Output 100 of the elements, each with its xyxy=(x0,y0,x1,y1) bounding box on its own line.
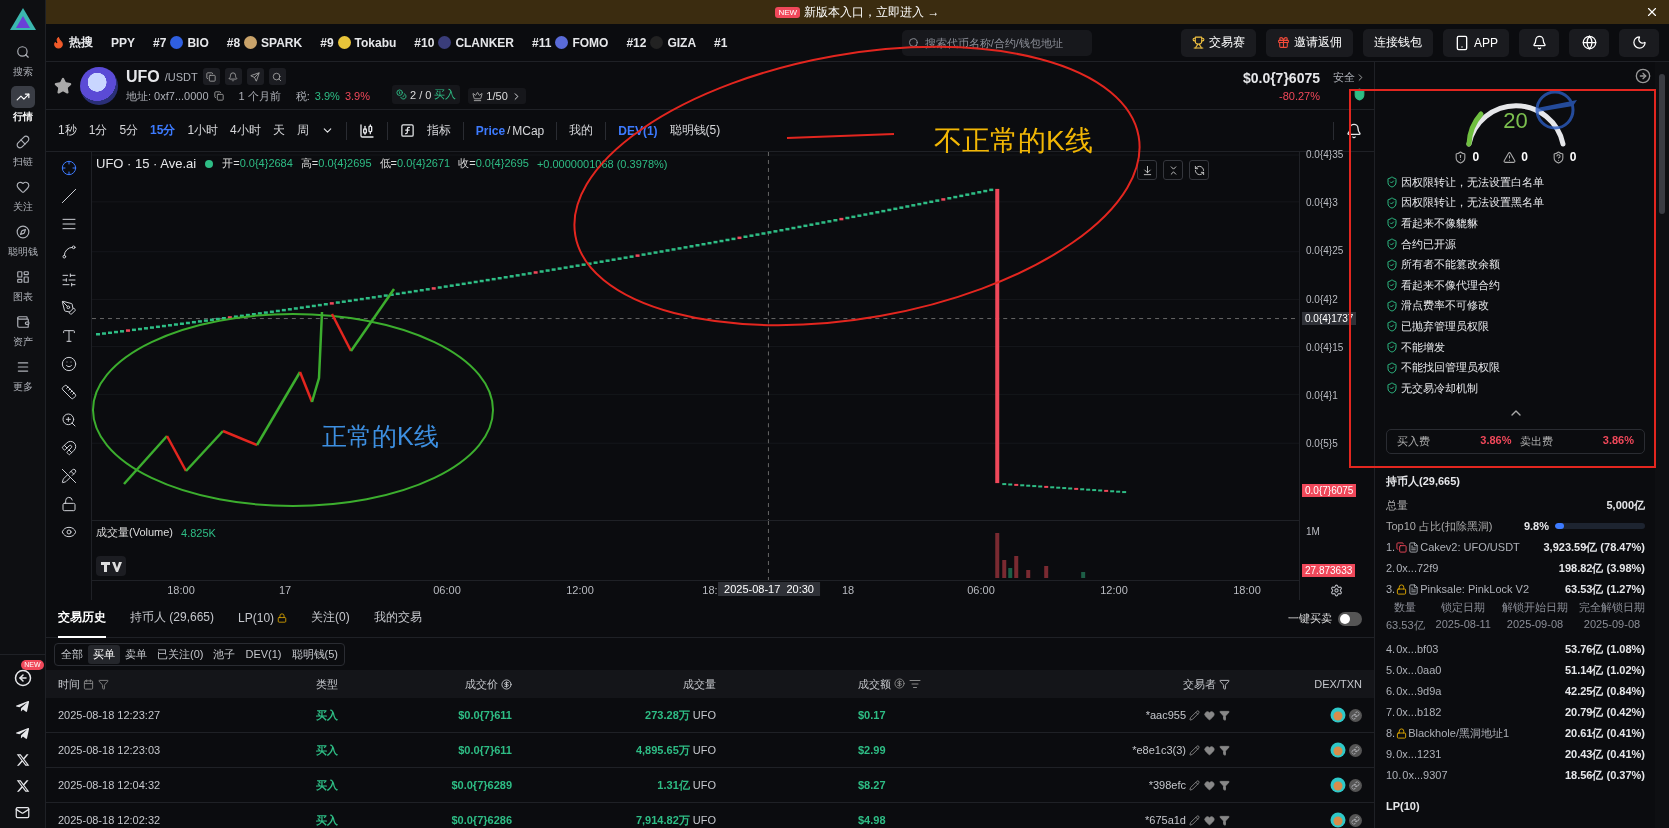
filter-tab[interactable]: 买单 xyxy=(88,644,120,664)
alert-icon[interactable] xyxy=(1346,122,1362,139)
column-header[interactable]: 交易者 xyxy=(1183,676,1230,692)
sidebar-item[interactable]: 资产 xyxy=(10,311,35,349)
filter-tab[interactable]: DEV(1) xyxy=(240,644,287,664)
contract-icon[interactable] xyxy=(202,68,220,85)
price-mode-toggle[interactable]: Price xyxy=(475,123,506,138)
horizontal-lines-icon[interactable] xyxy=(60,216,77,232)
filter-tab[interactable]: 聪明钱(5) xyxy=(286,644,343,664)
pencil-icon[interactable] xyxy=(1189,709,1200,721)
icon-button[interactable] xyxy=(1569,28,1609,57)
hot-token-link[interactable]: #10 CLANKER xyxy=(414,35,515,50)
ruler-icon[interactable] xyxy=(60,384,77,400)
curve-icon[interactable] xyxy=(60,244,77,260)
filter-icon[interactable] xyxy=(1219,814,1230,826)
collapse-button[interactable] xyxy=(1163,160,1183,180)
interval-tab[interactable]: 1分 xyxy=(88,122,108,139)
sidebar-item[interactable]: 更多 xyxy=(10,356,35,394)
telegram-icon[interactable] xyxy=(15,726,30,741)
interval-tab[interactable]: 15分 xyxy=(150,122,176,139)
pencil-off-icon[interactable] xyxy=(60,468,77,484)
telegram-icon[interactable] xyxy=(15,699,30,714)
scroll-down-button[interactable] xyxy=(1137,160,1157,180)
holder-name[interactable]: Cakev2: UFO/USDT xyxy=(1420,541,1520,554)
mine-button[interactable]: 我的 xyxy=(569,122,594,139)
bottom-tab[interactable]: 关注(0) xyxy=(311,599,350,638)
holder-name[interactable]: 0x...bf03 xyxy=(1396,643,1439,656)
expand-icon[interactable] xyxy=(1635,68,1651,84)
banner-link[interactable]: 新版本入口，立即进入 → xyxy=(804,3,940,21)
link-icon[interactable] xyxy=(1349,743,1362,757)
holder-name[interactable]: Pinksale: PinkLock V2 xyxy=(1420,583,1530,596)
mail-icon[interactable] xyxy=(15,805,30,820)
heart-icon[interactable] xyxy=(1204,814,1215,826)
hot-token-link[interactable]: #8 SPARK xyxy=(226,35,303,50)
bottom-tab[interactable]: LP(10) xyxy=(238,599,288,638)
trader-address[interactable]: *398efc xyxy=(1148,779,1186,791)
header-button[interactable]: 交易赛 xyxy=(1181,28,1256,57)
hot-token-link[interactable]: #9 Tokabu xyxy=(320,35,397,50)
sidebar-item[interactable]: 图表 xyxy=(10,266,35,304)
interval-tab[interactable]: 天 xyxy=(272,122,285,139)
column-header[interactable]: 成交量 xyxy=(683,676,716,692)
share-icon[interactable] xyxy=(246,68,264,85)
hot-token-link[interactable]: #12 GIZA xyxy=(626,35,697,50)
trader-address[interactable]: *675a1d xyxy=(1145,814,1186,826)
interval-tab[interactable]: 1秒 xyxy=(58,122,77,139)
link-icon[interactable] xyxy=(1349,813,1362,827)
holder-name[interactable]: 0x...0aa0 xyxy=(1396,664,1442,677)
column-header[interactable]: 类型 xyxy=(304,676,338,692)
reset-button[interactable] xyxy=(1189,160,1209,180)
dex-icon[interactable] xyxy=(1330,742,1346,758)
candlestick-icon[interactable] xyxy=(358,122,375,139)
filter-tab[interactable]: 全部 xyxy=(56,644,88,664)
bottom-tab[interactable]: 交易历史 xyxy=(58,599,106,638)
header-button[interactable]: APP xyxy=(1443,28,1509,57)
heart-icon[interactable] xyxy=(1204,744,1215,756)
header-button[interactable]: 邀请返佣 xyxy=(1266,28,1353,57)
settings-icon[interactable] xyxy=(1330,584,1343,597)
back-icon[interactable] xyxy=(13,669,32,687)
rank-chip[interactable]: 1/50 xyxy=(468,88,526,104)
hot-token-link[interactable]: #11 FOMO xyxy=(532,35,609,50)
function-icon[interactable] xyxy=(399,123,415,138)
eye-icon[interactable] xyxy=(60,524,77,540)
holder-name[interactable]: 0x...1231 xyxy=(1396,748,1442,761)
hot-search-link[interactable]: 热搜 xyxy=(52,34,93,51)
calendar-icon[interactable] xyxy=(83,678,94,690)
overlay-toggle[interactable]: 聪明钱(5) xyxy=(669,122,721,139)
holder-name[interactable]: 0x...9d9a xyxy=(1396,685,1442,698)
dollar-icon[interactable] xyxy=(894,678,905,689)
filter-tab[interactable]: 卖单 xyxy=(120,644,152,664)
interval-tab[interactable]: 1小时 xyxy=(187,122,219,139)
filter-icon[interactable] xyxy=(1219,744,1230,756)
trader-address[interactable]: *aac955 xyxy=(1145,709,1186,721)
mcap-mode-toggle[interactable]: MCap xyxy=(512,123,545,138)
quick-trade-switch[interactable] xyxy=(1338,611,1362,626)
header-button[interactable]: 连接钱包 xyxy=(1363,28,1433,57)
column-header[interactable]: 成交额 xyxy=(858,676,921,692)
filter-tab[interactable]: 已关注(0) xyxy=(152,644,209,664)
pen-icon[interactable] xyxy=(60,300,77,316)
sidebar-item[interactable]: 扫链 xyxy=(10,131,35,169)
interval-tab[interactable]: 周 xyxy=(296,122,309,139)
sidebar-item[interactable]: 聪明钱 xyxy=(7,221,38,259)
holder-name[interactable]: 0x...b182 xyxy=(1396,706,1442,719)
column-header[interactable]: 成交价 xyxy=(465,676,512,692)
trader-address[interactable]: *e8e1c3(3) xyxy=(1132,744,1186,756)
heart-icon[interactable] xyxy=(1204,779,1215,791)
filter-icon[interactable] xyxy=(1219,779,1230,791)
hot-token-link[interactable]: #7 BIO xyxy=(153,35,209,50)
hot-token-link[interactable]: PPY xyxy=(111,35,135,50)
dollar-icon[interactable] xyxy=(501,678,512,690)
text-tool-icon[interactable] xyxy=(60,328,77,344)
indicator-button[interactable]: 指标 xyxy=(426,122,451,139)
bell-icon[interactable] xyxy=(224,68,242,85)
sidebar-item[interactable]: 搜索 xyxy=(10,41,35,79)
unlock-icon[interactable] xyxy=(60,496,77,512)
close-button[interactable] xyxy=(1645,5,1659,19)
line-tool-icon[interactable] xyxy=(60,188,77,204)
link-icon[interactable] xyxy=(1349,708,1362,722)
filter-icon[interactable] xyxy=(98,678,109,690)
filter-tab[interactable]: 池子 xyxy=(208,644,241,664)
column-header[interactable]: 时间 xyxy=(58,676,109,692)
